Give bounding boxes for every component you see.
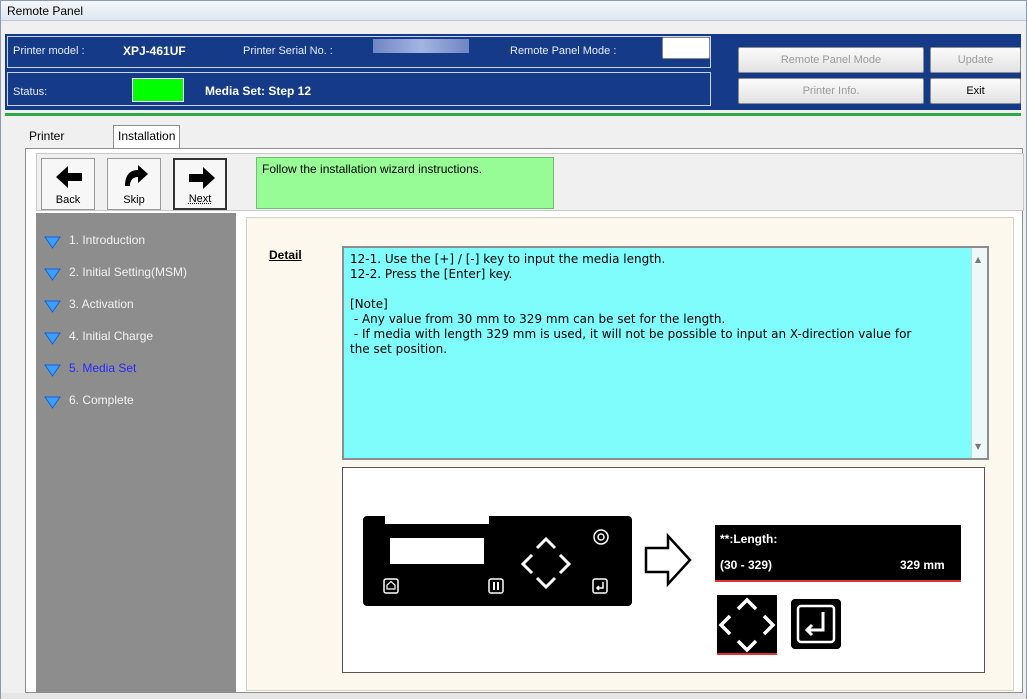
header-status-frame [7, 72, 711, 106]
scroll-up-icon[interactable]: ▲ [975, 252, 981, 267]
detail-scrollbar[interactable]: ▲ ▼ [971, 248, 987, 458]
tab-printer-status[interactable]: Printer Status [25, 126, 68, 163]
skip-label: Skip [123, 194, 145, 206]
step-label: 6. Complete [69, 393, 134, 407]
remote-panel-window: Remote Panel Printer model : XPJ-461UF P… [0, 0, 1027, 699]
remote-panel-mode-button[interactable]: Remote Panel Mode [738, 47, 924, 73]
step-content: Detail 12-1. Use the [+] / [-] key to in… [246, 217, 1014, 691]
tab-installation-wizard[interactable]: Installation Wizard [113, 125, 181, 163]
skip-button[interactable]: Skip [107, 158, 161, 210]
step-triangle-icon [44, 396, 61, 409]
window-title: Remote Panel [1, 1, 1026, 21]
back-arrow-icon [56, 166, 82, 188]
header-info-frame [7, 36, 711, 68]
printer-info-button[interactable]: Printer Info. [738, 78, 924, 104]
detail-text: 12-1. Use the [+] / [-] key to input the… [350, 252, 912, 356]
wizard-steps-sidebar: 1. Introduction 2. Initial Setting(MSM) … [36, 213, 236, 693]
wizard-message: Follow the installation wizard instructi… [256, 157, 554, 209]
detail-label: Detail [269, 248, 302, 262]
update-button[interactable]: Update [930, 47, 1021, 73]
exit-button[interactable]: Exit [930, 78, 1021, 104]
step-label: 5. Media Set [69, 361, 137, 375]
step-label: 1. Introduction [69, 233, 146, 247]
next-arrow-icon [189, 167, 215, 189]
instruction-illustration: **:Length: (30 - 329) 329 mm [342, 467, 985, 673]
status-bar [1, 693, 1026, 699]
step-label: 3. Activation [69, 297, 134, 311]
skip-arrow-icon [125, 165, 148, 186]
next-button[interactable]: Next [173, 158, 227, 210]
lcd-line2-left: (30 - 329) [720, 558, 772, 572]
wizard-nav-bar: Back Skip Next Follow the installation w… [36, 153, 1024, 211]
control-panel-illustration: **:Length: (30 - 329) 329 mm [363, 516, 961, 655]
step-triangle-icon [44, 268, 61, 281]
wizard-panel: Back Skip Next Follow the installation w… [25, 148, 1024, 693]
step-triangle-icon [44, 364, 61, 377]
header-divider [5, 113, 1021, 116]
scroll-down-icon[interactable]: ▼ [975, 439, 981, 454]
step-triangle-icon [44, 236, 61, 249]
back-label: Back [55, 194, 81, 206]
step-triangle-icon [44, 300, 61, 313]
step-label: 2. Initial Setting(MSM) [69, 265, 188, 279]
back-button[interactable]: Back [41, 158, 95, 210]
step-triangle-icon [44, 332, 61, 345]
step-label: 4. Initial Charge [69, 329, 154, 343]
lcd-line2-right: 329 mm [900, 558, 945, 572]
next-label: Next [188, 193, 212, 205]
lcd-line1: **:Length: [720, 532, 777, 546]
detail-textbox[interactable]: 12-1. Use the [+] / [-] key to input the… [342, 246, 989, 460]
